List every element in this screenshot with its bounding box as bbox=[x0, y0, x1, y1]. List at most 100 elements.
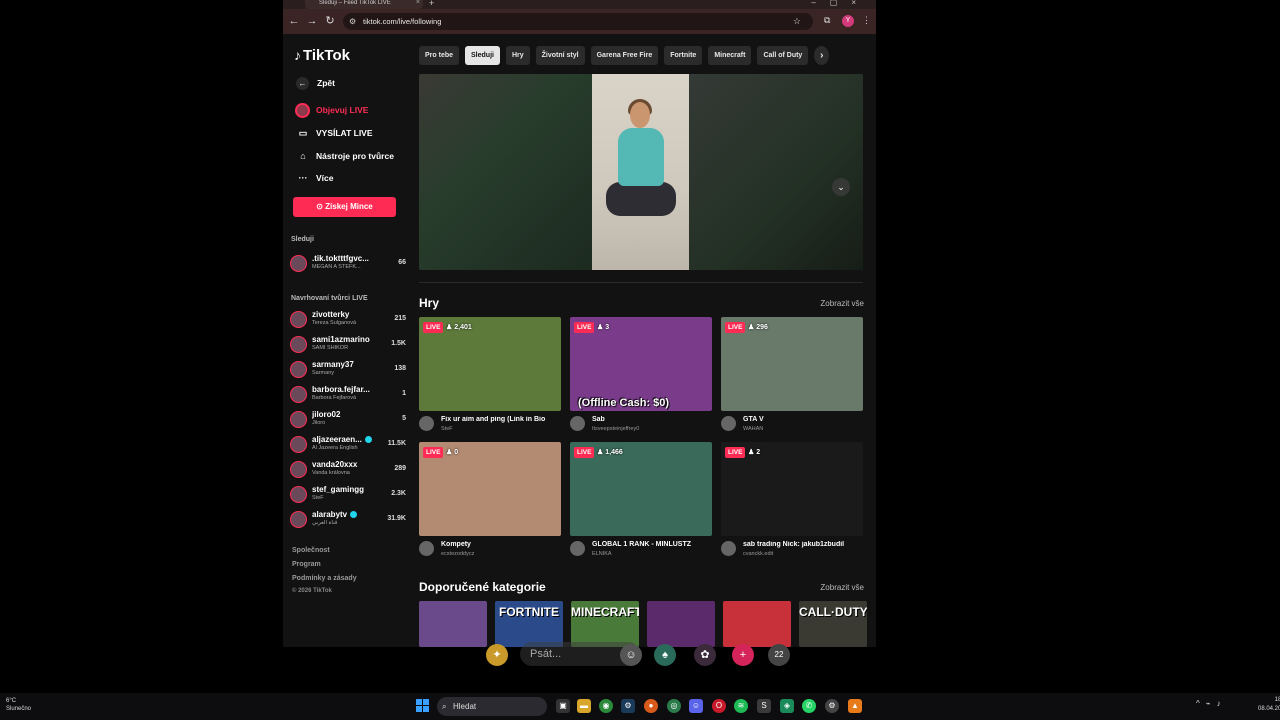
suggested-creator[interactable]: zivotterky Tereza Šulganová 215 bbox=[290, 308, 408, 332]
live-card[interactable]: LIVE ♟ 3 (Offline Cash: $0) Sab Itsveepstein… bbox=[570, 317, 712, 437]
share-count[interactable]: 22 bbox=[768, 644, 790, 666]
back-arrow-icon[interactable]: ← bbox=[287, 14, 301, 28]
opera-icon[interactable]: O bbox=[712, 699, 726, 713]
viewer-count: 2.3K bbox=[391, 490, 406, 497]
suggested-creator[interactable]: aljazeeraen... Al Jazeera English 11.5K bbox=[290, 433, 408, 457]
following-creator[interactable]: .tik.toktttfgvc... MEGAN A ŠTEFK... 66 bbox=[290, 252, 408, 276]
sidebar-item-go-live[interactable]: ▭ VYSÍLAT LIVE bbox=[295, 125, 373, 141]
site-info-icon[interactable]: ⚙ bbox=[349, 13, 356, 30]
firefox-icon[interactable]: ● bbox=[644, 699, 658, 713]
creator-subtitle: Vanda královna bbox=[312, 470, 350, 476]
profile-avatar[interactable]: Y bbox=[842, 15, 854, 27]
avatar bbox=[419, 541, 434, 556]
get-coins-button[interactable]: ⊙ Získej Mince bbox=[293, 197, 396, 217]
address-bar[interactable]: ⚙ tiktok.com/live/following ☆ bbox=[343, 13, 813, 30]
sidebar-item-discover-live[interactable]: Objevuj LIVE bbox=[295, 102, 369, 119]
footer-link-program[interactable]: Program bbox=[292, 561, 321, 568]
vlc-icon[interactable]: ▲ bbox=[848, 699, 862, 713]
live-card[interactable]: LIVE ♟ 296 GTA V WAHAN bbox=[721, 317, 863, 437]
back-link[interactable]: ← Zpět bbox=[295, 75, 335, 91]
suggested-creator[interactable]: stef_gamingg SteF 2.3K bbox=[290, 483, 408, 507]
avatar bbox=[570, 416, 585, 431]
tiktok-logo[interactable]: ♪ TikTok bbox=[294, 47, 350, 64]
viewer-count: 1 bbox=[402, 390, 406, 397]
chevron-right-icon[interactable]: › bbox=[814, 46, 830, 65]
category-tile[interactable]: CALL·DUTY bbox=[799, 601, 867, 647]
taskbar-search[interactable]: ⌕ Hledat bbox=[437, 697, 547, 716]
category-chip[interactable]: Pro tebe bbox=[419, 46, 460, 65]
emoji-icon[interactable]: ✦ bbox=[486, 644, 508, 666]
tab-close-icon[interactable]: × bbox=[416, 0, 420, 6]
stream-title: Sab bbox=[592, 416, 605, 423]
tiktok-note-icon: ♪ bbox=[294, 47, 301, 63]
steam-icon[interactable]: ⚙ bbox=[621, 699, 635, 713]
category-tile[interactable] bbox=[419, 601, 487, 647]
reload-icon[interactable]: ↻ bbox=[323, 14, 337, 28]
windows-start-icon[interactable] bbox=[416, 699, 430, 713]
add-icon[interactable]: + bbox=[732, 644, 754, 666]
back-icon: ← bbox=[296, 77, 309, 90]
browser-app-icon[interactable]: ◎ bbox=[667, 699, 681, 713]
live-player[interactable]: ⌄ bbox=[419, 74, 863, 270]
live-card[interactable]: LIVE ♟ 2 sab trading Nick: jakub1zbudil cva… bbox=[721, 442, 863, 562]
blurred-background-left bbox=[419, 74, 592, 270]
spotify-icon[interactable]: ≋ bbox=[734, 699, 748, 713]
person-icon: ♟ bbox=[597, 449, 606, 456]
creator-name: aljazeeraen... bbox=[312, 435, 384, 444]
new-tab-icon[interactable]: + bbox=[429, 0, 434, 8]
chrome-icon[interactable]: ◉ bbox=[599, 699, 613, 713]
suggested-creator[interactable]: jiloro02 Jiloro 5 bbox=[290, 408, 408, 432]
xbox-icon[interactable]: ◈ bbox=[780, 699, 794, 713]
category-chip[interactable]: Minecraft bbox=[708, 46, 752, 65]
sidebar-item-label: Objevuj LIVE bbox=[316, 105, 369, 115]
settings-icon[interactable]: ⚙ bbox=[825, 699, 839, 713]
windows-taskbar: 6°C Slunečno ⌕ Hledat ▣ ▬ ◉ ⚙ ● ◎ ☺ O ≋ S… bbox=[0, 693, 1280, 720]
creator-subtitle: SteF bbox=[312, 495, 324, 501]
browser-tab[interactable]: Sleduji – Feed TikTok LIVE × bbox=[305, 0, 423, 9]
window-controls[interactable]: –▢× bbox=[811, 0, 870, 7]
clock[interactable]: 18 08.04.20 bbox=[1258, 696, 1280, 714]
live-card[interactable]: LIVE ♟ 2,401 Fix ur aim and ping (Link in … bbox=[419, 317, 561, 437]
avatar bbox=[290, 255, 307, 272]
discord-icon[interactable]: ☺ bbox=[689, 699, 703, 713]
streamer-name: SteF bbox=[441, 426, 453, 432]
whatsapp-icon[interactable]: ✆ bbox=[802, 699, 816, 713]
avatar bbox=[721, 541, 736, 556]
task-view-icon[interactable]: ▣ bbox=[556, 699, 570, 713]
system-tray[interactable]: ^⌁♪ bbox=[1196, 699, 1227, 708]
smile-icon[interactable]: ☺ bbox=[620, 644, 642, 666]
streamer-name: ecstezoddycz bbox=[441, 551, 475, 557]
live-card[interactable]: LIVE ♟ 1,466 GLOBAL 1 RANK - MINLUSTZ ELNIK… bbox=[570, 442, 712, 562]
app-icon[interactable]: S bbox=[757, 699, 771, 713]
forward-arrow-icon[interactable]: → bbox=[305, 14, 319, 28]
suggested-creator[interactable]: sarmany37 Sarmany 138 bbox=[290, 358, 408, 382]
category-chip[interactable]: Hry bbox=[505, 46, 530, 65]
suggested-creator[interactable]: vanda20xxx Vanda královna 289 bbox=[290, 458, 408, 482]
category-chip[interactable]: Sleduji bbox=[465, 46, 500, 65]
copyright: © 2026 TikTok bbox=[292, 588, 332, 594]
sidebar-item-more[interactable]: ··· Více bbox=[295, 170, 334, 186]
categories-see-all-link[interactable]: Zobrazit vše bbox=[820, 583, 864, 592]
footer-link-terms[interactable]: Podmínky a zásady bbox=[292, 575, 357, 582]
live-card[interactable]: LIVE ♟ 0 Kompety ecstezoddycz bbox=[419, 442, 561, 562]
bookmark-star-icon[interactable]: ☆ bbox=[793, 13, 801, 30]
file-explorer-icon[interactable]: ▬ bbox=[577, 699, 591, 713]
suggested-creator[interactable]: barbora.fejfar... Barbora Fejfarová 1 bbox=[290, 383, 408, 407]
category-chip[interactable]: Fortnite bbox=[664, 46, 703, 65]
menu-dots-icon[interactable]: ⋮ bbox=[862, 15, 871, 26]
suggested-creator[interactable]: sami1azmarino SAMI SHIKOR 1.5K bbox=[290, 333, 408, 357]
sidebar-item-creator-tools[interactable]: ⌂ Nástroje pro tvůrce bbox=[295, 148, 394, 164]
extensions-icon[interactable]: ⧉ bbox=[824, 15, 830, 26]
avatar bbox=[290, 436, 307, 453]
footer-link-company[interactable]: Společnost bbox=[292, 547, 330, 554]
category-chip[interactable]: Životní styl bbox=[535, 46, 585, 65]
viewer-count: ♟ 2,401 bbox=[446, 324, 472, 331]
gift-icon[interactable]: ♠ bbox=[654, 644, 676, 666]
rose-icon[interactable]: ✿ bbox=[694, 644, 716, 666]
suggested-creator[interactable]: alarabytv قناة العربي 31.9K bbox=[290, 508, 408, 532]
chevron-down-icon[interactable]: ⌄ bbox=[832, 178, 850, 196]
category-chip[interactable]: Garena Free Fire bbox=[590, 46, 659, 65]
category-chip[interactable]: Call of Duty bbox=[757, 46, 809, 65]
games-see-all-link[interactable]: Zobrazit vše bbox=[820, 299, 864, 308]
weather-widget[interactable]: 6°C Slunečno bbox=[6, 697, 31, 713]
